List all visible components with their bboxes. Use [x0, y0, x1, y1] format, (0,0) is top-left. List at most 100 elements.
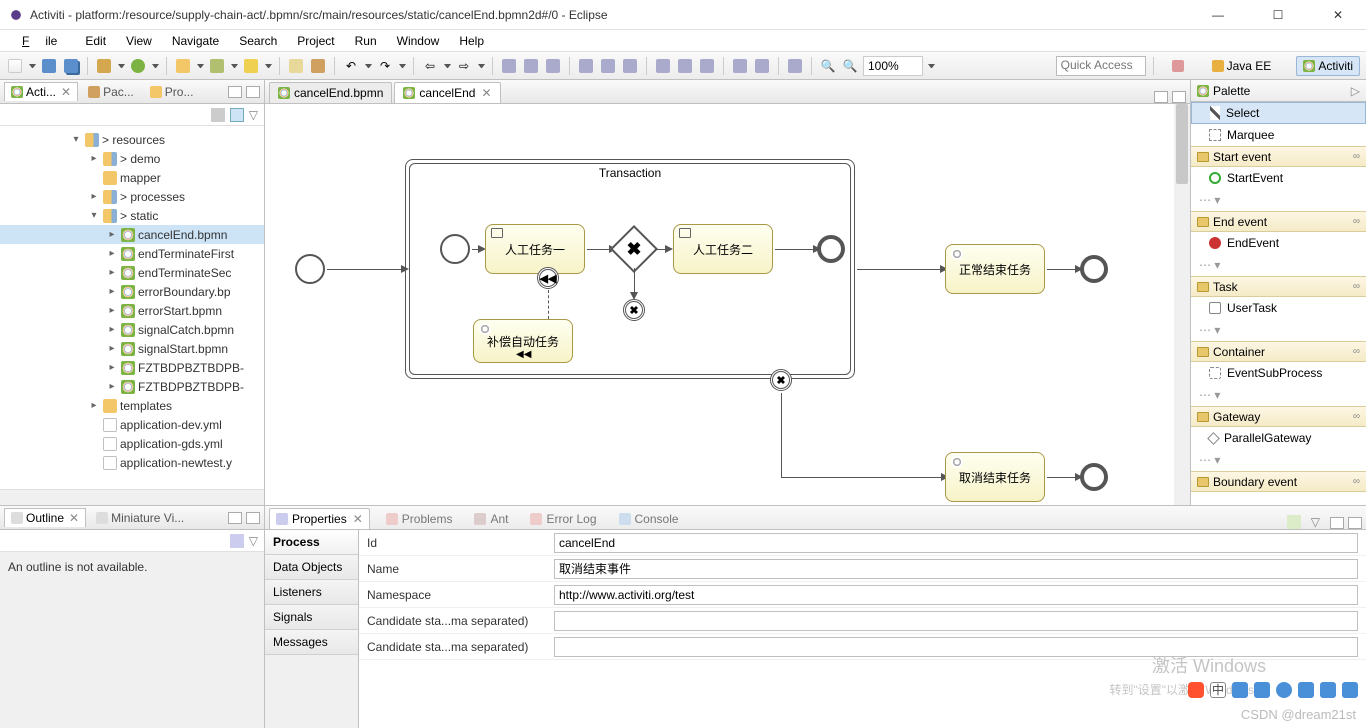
- quick-access-input[interactable]: Quick Access: [1056, 56, 1146, 76]
- tab-console[interactable]: Console: [613, 509, 685, 529]
- layout2-button[interactable]: [599, 57, 617, 75]
- maximize-button[interactable]: ☐: [1258, 3, 1298, 27]
- props-category[interactable]: Signals: [265, 605, 358, 630]
- perspective-java-ee[interactable]: Java EE: [1205, 56, 1279, 76]
- close-icon[interactable]: ✕: [481, 86, 491, 100]
- layout8-button[interactable]: [753, 57, 771, 75]
- tree-item[interactable]: ▸> demo: [0, 149, 264, 168]
- pin-icon[interactable]: [1287, 515, 1301, 529]
- align-center-button[interactable]: [522, 57, 540, 75]
- normal-end-task[interactable]: 正常结束任务: [945, 244, 1045, 294]
- project-tree[interactable]: ▾> resources▸> demomapper▸> processes▾> …: [0, 126, 264, 489]
- tray-icon[interactable]: [1298, 682, 1314, 698]
- palette-start-event[interactable]: StartEvent: [1191, 167, 1366, 189]
- zoom-in-button[interactable]: 🔍: [841, 57, 859, 75]
- paste-button[interactable]: [287, 57, 305, 75]
- compensate-boundary-event[interactable]: ◀◀: [537, 267, 559, 289]
- palette-group-boundary[interactable]: Boundary event∞: [1191, 471, 1366, 492]
- user-task-2[interactable]: 人工任务二: [673, 224, 773, 274]
- palette-event-subprocess[interactable]: EventSubProcess: [1191, 362, 1366, 384]
- palette-select-tool[interactable]: Select: [1191, 102, 1366, 124]
- back-button[interactable]: ⇦: [421, 57, 439, 75]
- forward-button[interactable]: ⇨: [455, 57, 473, 75]
- palette-more[interactable]: ⋯ ▾: [1191, 449, 1366, 471]
- perspective-activiti[interactable]: Activiti: [1296, 56, 1360, 76]
- tree-item[interactable]: mapper: [0, 168, 264, 187]
- debug-button[interactable]: [95, 57, 113, 75]
- maximize-pane-button[interactable]: [246, 512, 260, 524]
- chevron-down-icon[interactable]: [265, 64, 272, 68]
- minimize-pane-button[interactable]: [228, 512, 242, 524]
- palette-group-container[interactable]: Container∞: [1191, 341, 1366, 362]
- chevron-down-icon[interactable]: [365, 64, 372, 68]
- view-menu-icon[interactable]: ▽: [249, 108, 258, 122]
- tx-start-event[interactable]: [440, 234, 470, 264]
- palette-group-start-event[interactable]: Start event∞: [1191, 146, 1366, 167]
- layout3-button[interactable]: [621, 57, 639, 75]
- open-perspective-button[interactable]: [1169, 57, 1187, 75]
- maximize-pane-button[interactable]: [246, 86, 260, 98]
- highlight-button[interactable]: [242, 57, 260, 75]
- palette-parallel-gateway[interactable]: ParallelGateway: [1191, 427, 1366, 449]
- palette-more[interactable]: ⋯ ▾: [1191, 189, 1366, 211]
- cancel-boundary-event[interactable]: ✖: [770, 369, 792, 391]
- tree-item[interactable]: ▸FZTBDPBZTBDPB-: [0, 358, 264, 377]
- minimize-pane-button[interactable]: [1330, 517, 1344, 529]
- tray-icon[interactable]: [1320, 682, 1336, 698]
- wand-button[interactable]: [208, 57, 226, 75]
- chevron-down-icon[interactable]: [399, 64, 406, 68]
- property-input[interactable]: [554, 533, 1358, 553]
- property-input[interactable]: [554, 585, 1358, 605]
- props-category[interactable]: Data Objects: [265, 555, 358, 580]
- tray-icon[interactable]: [1188, 682, 1204, 698]
- props-category[interactable]: Process: [265, 530, 358, 555]
- chevron-down-icon[interactable]: [118, 64, 125, 68]
- palette-more[interactable]: ⋯ ▾: [1191, 384, 1366, 406]
- undo-button[interactable]: ↶: [342, 57, 360, 75]
- save-all-button[interactable]: [62, 57, 80, 75]
- minimize-pane-button[interactable]: [228, 86, 242, 98]
- palette-user-task[interactable]: UserTask: [1191, 297, 1366, 319]
- menu-project[interactable]: Project: [289, 32, 342, 50]
- layout1-button[interactable]: [577, 57, 595, 75]
- zoom-out-button[interactable]: 🔍: [819, 57, 837, 75]
- maximize-pane-button[interactable]: [1172, 91, 1186, 103]
- view-menu-icon[interactable]: ▽: [1311, 515, 1320, 529]
- tab-activiti-explorer[interactable]: Acti...✕: [4, 82, 78, 101]
- tree-item[interactable]: ▸errorBoundary.bp: [0, 282, 264, 301]
- palette-more[interactable]: ⋯ ▾: [1191, 254, 1366, 276]
- menu-navigate[interactable]: Navigate: [164, 32, 227, 50]
- close-icon[interactable]: ✕: [61, 85, 71, 99]
- palette-group-task[interactable]: Task∞: [1191, 276, 1366, 297]
- cancel-end-task[interactable]: 取消结束任务: [945, 452, 1045, 502]
- tray-icon[interactable]: [1254, 682, 1270, 698]
- tree-item[interactable]: ▸errorStart.bpmn: [0, 301, 264, 320]
- tab-problems[interactable]: Problems: [380, 509, 459, 529]
- tab-package-explorer[interactable]: Pac...: [82, 83, 140, 101]
- palette-more[interactable]: ⋯ ▾: [1191, 319, 1366, 341]
- tree-item[interactable]: ▾> resources: [0, 130, 264, 149]
- palette-group-end-event[interactable]: End event∞: [1191, 211, 1366, 232]
- tree-item[interactable]: ▸endTerminateFirst: [0, 244, 264, 263]
- menu-file[interactable]: File: [6, 32, 73, 50]
- tx-end-event[interactable]: [817, 235, 845, 263]
- chevron-down-icon[interactable]: [928, 64, 935, 68]
- v-scrollbar[interactable]: [1174, 104, 1190, 505]
- outline-options-icon[interactable]: [230, 534, 244, 548]
- property-input[interactable]: [554, 559, 1358, 579]
- tree-item[interactable]: ▸signalCatch.bpmn: [0, 320, 264, 339]
- tree-item[interactable]: application-dev.yml: [0, 415, 264, 434]
- tree-item[interactable]: ▾> static: [0, 206, 264, 225]
- tab-project-explorer[interactable]: Pro...: [144, 83, 200, 101]
- palette-collapse-icon[interactable]: ▷: [1351, 84, 1360, 98]
- props-category[interactable]: Messages: [265, 630, 358, 655]
- menu-search[interactable]: Search: [231, 32, 285, 50]
- palette-group-gateway[interactable]: Gateway∞: [1191, 406, 1366, 427]
- menu-run[interactable]: Run: [347, 32, 385, 50]
- chevron-down-icon[interactable]: [444, 64, 451, 68]
- tray-icon[interactable]: [1342, 682, 1358, 698]
- tree-item[interactable]: ▸endTerminateSec: [0, 263, 264, 282]
- layout4-button[interactable]: [654, 57, 672, 75]
- layout7-button[interactable]: [731, 57, 749, 75]
- menu-window[interactable]: Window: [389, 32, 448, 50]
